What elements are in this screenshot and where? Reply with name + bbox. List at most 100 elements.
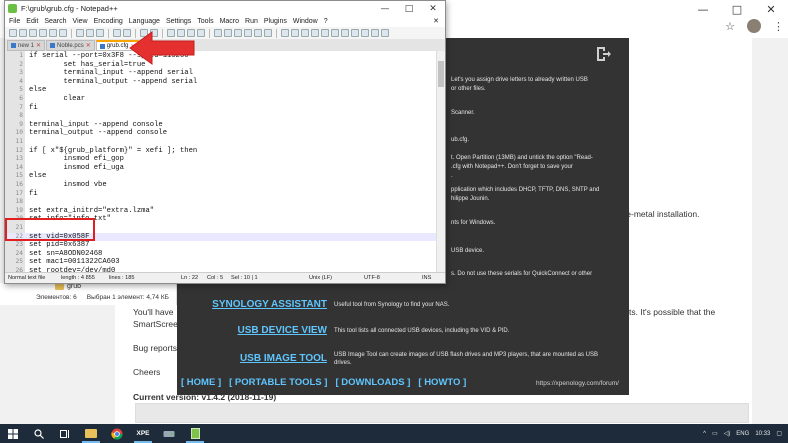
menu-macro[interactable]: Macro xyxy=(220,16,239,27)
taskbar-search-button[interactable] xyxy=(26,424,52,443)
toolbar-button[interactable] xyxy=(281,29,289,37)
clock[interactable]: 10:33 xyxy=(755,431,770,437)
notepad-title-bar[interactable]: F:\grub\grub.cfg - Notepad++ — □ ✕ xyxy=(5,1,445,16)
code-line[interactable]: 16 insmod vbe xyxy=(5,181,437,190)
browser-maximize-button[interactable]: □ xyxy=(720,0,754,18)
more-menu-icon[interactable]: ⋮ xyxy=(773,20,784,33)
nav-howto-link[interactable]: [ HOWTO ] xyxy=(418,377,466,388)
menu-help[interactable]: ? xyxy=(324,16,328,27)
toolbar-button[interactable] xyxy=(371,29,379,37)
tab-noble[interactable]: Noble.pcs ✕ xyxy=(46,40,95,51)
synology-assistant-link[interactable]: SYNOLOGY ASSISTANT xyxy=(177,299,327,310)
task-view-button[interactable] xyxy=(52,424,78,443)
maximize-button[interactable]: □ xyxy=(397,1,421,16)
toolbar-button[interactable] xyxy=(224,29,232,37)
code-line[interactable]: 18 xyxy=(5,198,437,207)
nav-home-link[interactable]: [ HOME ] xyxy=(181,377,221,388)
code-line[interactable]: 5 else xyxy=(5,86,437,95)
code-line[interactable]: 10 terminal_output --append console xyxy=(5,129,437,138)
volume-icon[interactable]: ◁) xyxy=(724,430,731,437)
page-download-box[interactable] xyxy=(135,403,749,423)
code-line[interactable]: 24 set sn=A8ODN02468 xyxy=(5,250,437,259)
notifications-icon[interactable]: ▢ xyxy=(776,430,782,437)
star-icon[interactable]: ☆ xyxy=(725,20,735,33)
menu-edit[interactable]: Edit xyxy=(26,16,38,27)
toolbar-button[interactable] xyxy=(264,29,272,37)
menu-language[interactable]: Language xyxy=(129,16,160,27)
code-line[interactable]: 14 insmod efi_uga xyxy=(5,164,437,173)
toolbar-button[interactable] xyxy=(361,29,369,37)
toolbar-button[interactable] xyxy=(311,29,319,37)
nav-downloads-link[interactable]: [ DOWNLOADS ] xyxy=(335,377,410,388)
toolbar-button[interactable] xyxy=(29,29,37,37)
toolbar-button[interactable] xyxy=(254,29,262,37)
taskbar-notepad[interactable] xyxy=(182,424,208,443)
toolbar-button[interactable] xyxy=(39,29,47,37)
avatar[interactable] xyxy=(747,19,761,33)
toolbar-button[interactable] xyxy=(9,29,17,37)
start-button[interactable] xyxy=(0,424,26,443)
nav-portable-tools-link[interactable]: [ PORTABLE TOOLS ] xyxy=(229,377,327,388)
code-line[interactable]: 6 clear xyxy=(5,95,437,104)
code-line[interactable]: 23 set pid=0x6387 xyxy=(5,241,437,250)
exit-icon[interactable] xyxy=(595,46,611,62)
toolbar-button[interactable] xyxy=(214,29,222,37)
code-line[interactable]: 2 set has_serial=true xyxy=(5,61,437,70)
toolbar-button[interactable] xyxy=(96,29,104,37)
menu-window[interactable]: Window xyxy=(293,16,318,27)
browser-minimize-button[interactable]: — xyxy=(686,0,720,18)
code-line[interactable]: 3 terminal_input --append serial xyxy=(5,69,437,78)
code-line[interactable]: 8 xyxy=(5,112,437,121)
code-line[interactable]: 12 if [ x"${grub_platform}" = xefi ]; the… xyxy=(5,147,437,156)
toolbar-button[interactable] xyxy=(113,29,121,37)
code-line[interactable]: 25 set mac1=0011322CA603 xyxy=(5,258,437,267)
taskbar-drive[interactable] xyxy=(156,424,182,443)
menu-settings[interactable]: Settings xyxy=(166,16,191,27)
code-line[interactable]: 7 fi xyxy=(5,104,437,113)
tray-chevron-icon[interactable]: ^ xyxy=(703,431,706,437)
scrollbar-thumb[interactable] xyxy=(438,61,444,87)
code-line[interactable]: 9 terminal_input --append console xyxy=(5,121,437,130)
menu-close-doc-icon[interactable]: ✕ xyxy=(433,16,439,27)
vertical-scrollbar[interactable] xyxy=(436,51,445,272)
forum-url[interactable]: https://xpenology.com/forum/ xyxy=(536,380,619,387)
menu-run[interactable]: Run xyxy=(245,16,258,27)
code-line[interactable]: 4 terminal_output --append serial xyxy=(5,78,437,87)
menu-tools[interactable]: Tools xyxy=(197,16,213,27)
toolbar-button[interactable] xyxy=(381,29,389,37)
menu-encoding[interactable]: Encoding xyxy=(94,16,123,27)
menu-plugins[interactable]: Plugins xyxy=(264,16,287,27)
toolbar-button[interactable] xyxy=(331,29,339,37)
tree-item-grub[interactable]: grub xyxy=(55,283,81,290)
taskbar-chrome[interactable] xyxy=(104,424,130,443)
code-line[interactable]: 11 xyxy=(5,138,437,147)
close-button[interactable]: ✕ xyxy=(421,1,445,16)
network-icon[interactable]: ▭ xyxy=(712,430,718,437)
menu-view[interactable]: View xyxy=(73,16,88,27)
toolbar-button[interactable] xyxy=(351,29,359,37)
menu-search[interactable]: Search xyxy=(44,16,66,27)
toolbar-button[interactable] xyxy=(341,29,349,37)
toolbar-button[interactable] xyxy=(291,29,299,37)
toolbar-button[interactable] xyxy=(244,29,252,37)
toolbar-button[interactable] xyxy=(49,29,57,37)
usb-device-view-link[interactable]: USB DEVICE VIEW xyxy=(177,325,327,336)
code-line[interactable]: 15 else xyxy=(5,172,437,181)
code-line[interactable]: 13 insmod efi_gop xyxy=(5,155,437,164)
toolbar-button[interactable] xyxy=(301,29,309,37)
code-line[interactable]: 17 fi xyxy=(5,190,437,199)
toolbar-button[interactable] xyxy=(86,29,94,37)
browser-close-button[interactable]: ✕ xyxy=(754,0,788,18)
menu-file[interactable]: File xyxy=(9,16,20,27)
toolbar-button[interactable] xyxy=(76,29,84,37)
code-line[interactable]: 19 set extra_initrd="extra.lzma" xyxy=(5,207,437,216)
language-indicator[interactable]: ENG xyxy=(736,431,749,437)
code-line[interactable]: 1 if serial --port=0x3F8 --speed=115200 xyxy=(5,52,437,61)
toolbar-button[interactable] xyxy=(197,29,205,37)
tab-close-icon[interactable]: ✕ xyxy=(36,42,41,49)
toolbar-button[interactable] xyxy=(59,29,67,37)
toolbar-button[interactable] xyxy=(234,29,242,37)
toolbar-button[interactable] xyxy=(19,29,27,37)
tab-new-1[interactable]: new 1 ✕ xyxy=(7,40,46,51)
taskbar-file-explorer[interactable] xyxy=(78,424,104,443)
